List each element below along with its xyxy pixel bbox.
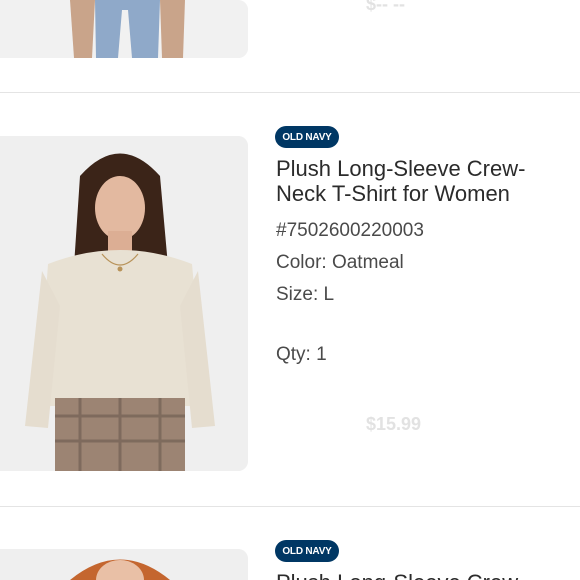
product-title[interactable]: Plush Long-Sleeve Crew	[276, 570, 580, 580]
product-quantity[interactable]: Qty: 1	[276, 344, 327, 366]
product-color: Color: Oatmeal	[276, 252, 404, 273]
item-divider	[0, 92, 580, 93]
faded-price: $-- --	[366, 0, 405, 14]
product-image[interactable]	[0, 0, 248, 58]
product-title[interactable]: Plush Long-Sleeve Crew- Neck T-Shirt for…	[276, 156, 580, 208]
brand-badge: OLD NAVY	[275, 540, 339, 562]
product-image[interactable]	[0, 136, 248, 471]
product-size: Size: L	[276, 284, 335, 305]
product-sku: #7502600220003	[276, 220, 424, 241]
item-divider	[0, 506, 580, 507]
faded-price: $15.99	[366, 414, 422, 434]
product-image[interactable]	[0, 549, 248, 580]
brand-badge: OLD NAVY	[275, 126, 339, 148]
